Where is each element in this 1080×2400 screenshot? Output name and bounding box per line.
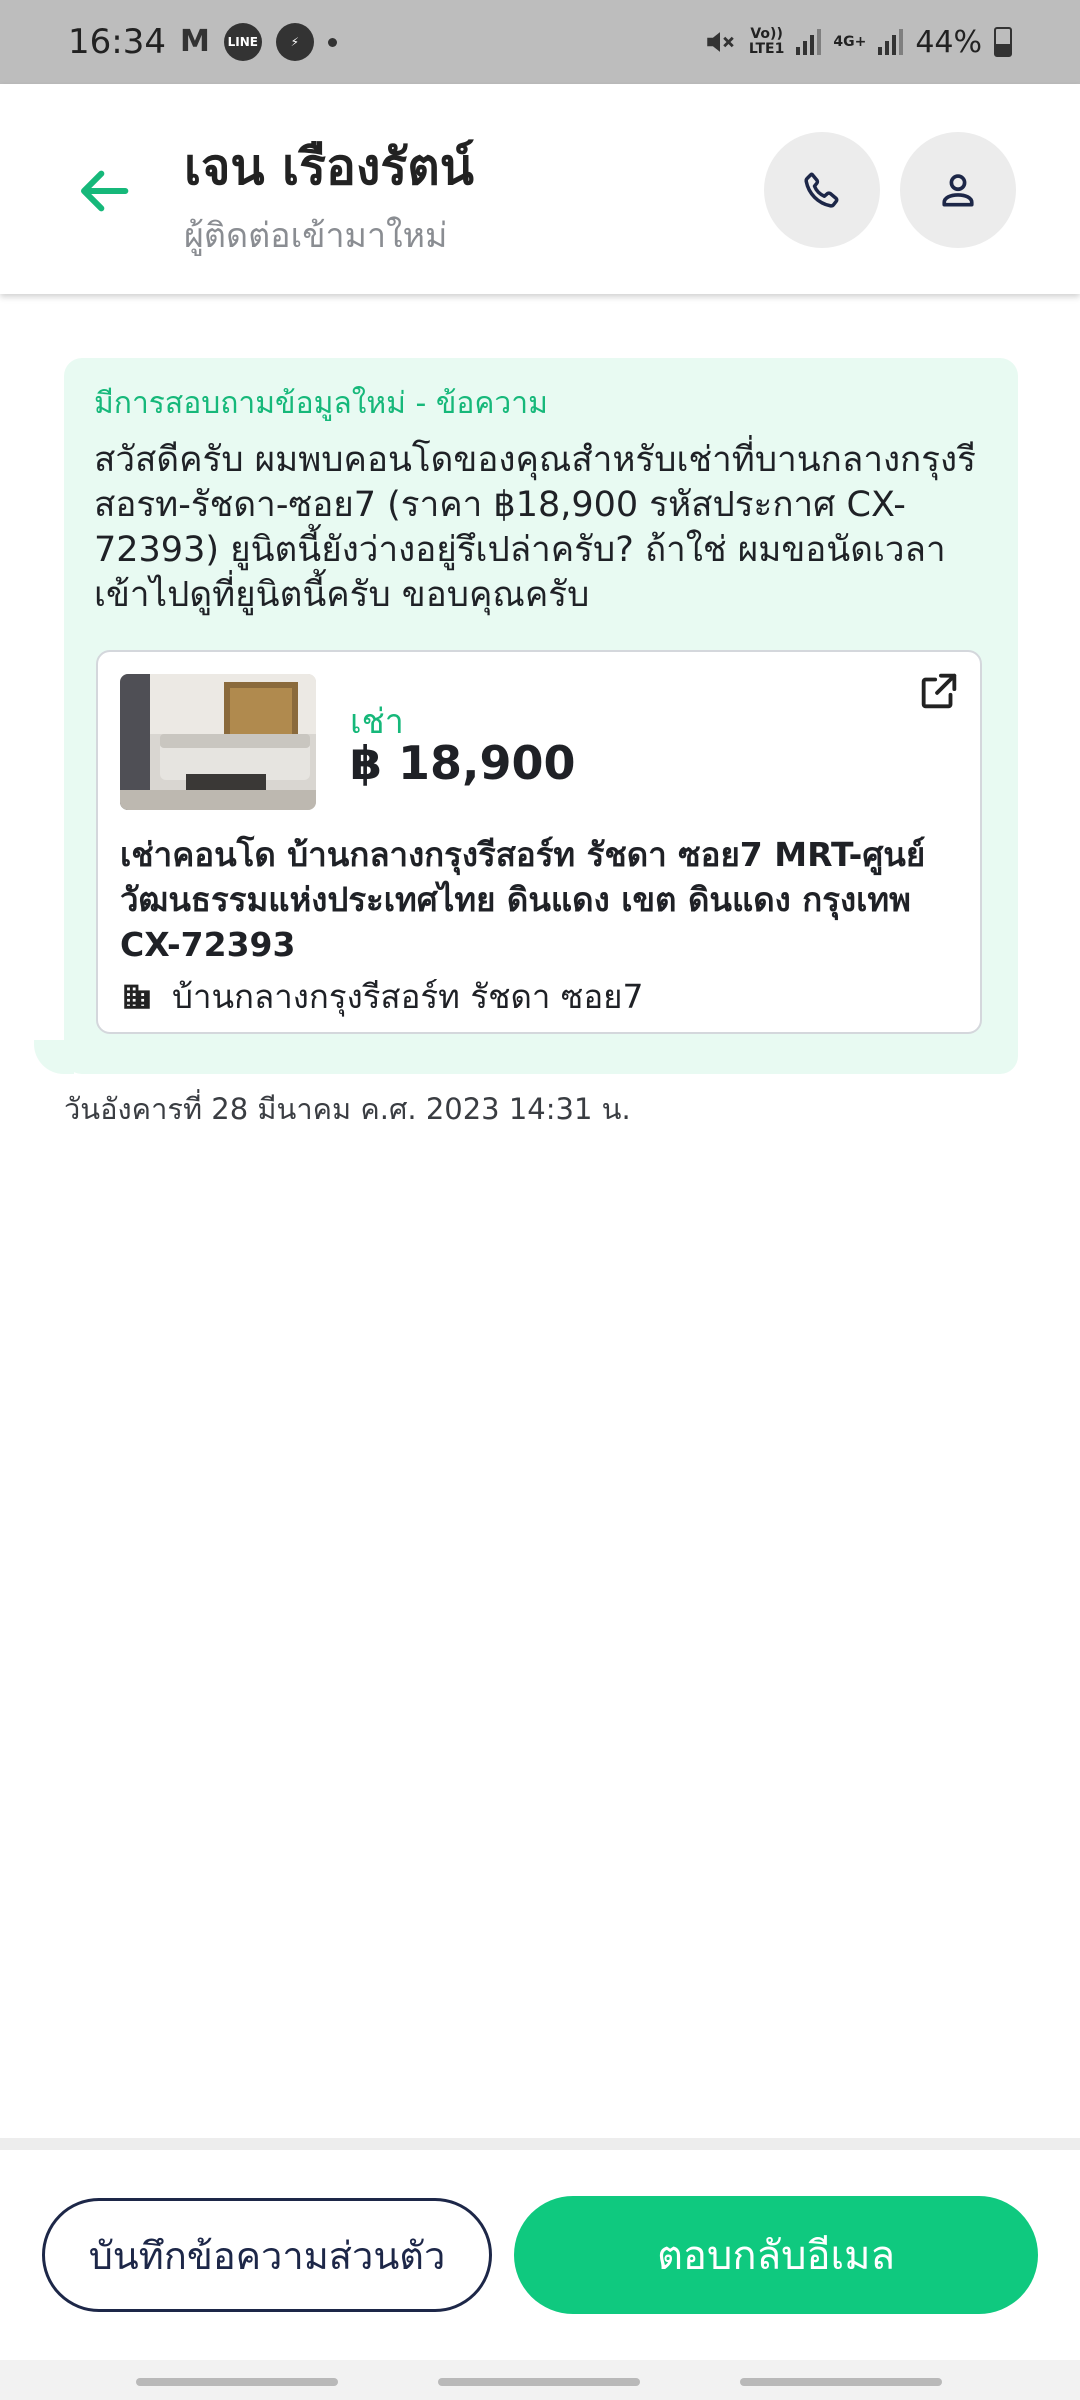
bottom-action-bar: บันทึกข้อความส่วนตัว ตอบกลับอีเมล [0, 2150, 1080, 2360]
line-icon: LINE [223, 23, 262, 61]
more-notifications-icon [327, 37, 337, 47]
listing-building-name: บ้านกลางกรุงรีสอร์ท รัชดา ซอย7 [172, 976, 644, 1016]
phone-icon [804, 172, 839, 208]
listing-price: ฿ 18,900 [350, 736, 576, 790]
status-time: 16:34 [68, 22, 166, 62]
message-timestamp: วันอังคารที่ 28 มีนาคม ค.ศ. 2023 14:31 น… [64, 1092, 631, 1126]
battery-percent: 44% [915, 24, 982, 60]
contact-profile-button[interactable] [900, 132, 1016, 248]
mute-icon [707, 32, 734, 52]
listing-thumbnail [120, 674, 316, 810]
nav-home-button[interactable] [438, 2378, 640, 2386]
messenger-icon: ⚡ [275, 23, 314, 61]
message-heading: มีการสอบถามข้อมูลใหม่ - ข้อความ [94, 386, 548, 421]
message-bubble: มีการสอบถามข้อมูลใหม่ - ข้อความ สวัสดีคร… [64, 358, 1018, 1074]
status-bar: 16:34 M LINE ⚡ Vo)) LTE1 4G+ 44% [0, 0, 1080, 84]
system-nav-bar [0, 2360, 1080, 2400]
signal-icon-2 [878, 29, 904, 55]
gmail-icon: M [179, 24, 210, 59]
person-icon [942, 174, 974, 207]
status-right: Vo)) LTE1 4G+ 44% [703, 0, 1012, 84]
listing-card[interactable]: เช่า ฿ 18,900 เช่าคอนโด บ้านกลางกรุงรีสอ… [96, 650, 982, 1034]
reply-email-button[interactable]: ตอบกลับอีเมล [514, 2196, 1038, 2314]
listing-building-row: บ้านกลางกรุงรีสอร์ท รัชดา ซอย7 [120, 974, 643, 1018]
network-lte-label: Vo)) LTE1 [748, 26, 785, 57]
network-4g-label: 4G+ [833, 33, 867, 50]
contact-status: ผู้ติดต่อเข้ามาใหม่ [184, 216, 448, 256]
listing-title: เช่าคอนโด บ้านกลางกรุงรีสอร์ท รัชดา ซอย7… [120, 835, 926, 964]
header: เจน เรืองรัตน์ ผู้ติดต่อเข้ามาใหม่ [0, 84, 1080, 294]
external-link-icon[interactable] [916, 668, 962, 714]
nav-recents-button[interactable] [136, 2378, 338, 2386]
nav-back-button[interactable] [740, 2378, 942, 2386]
back-arrow-icon[interactable] [72, 159, 136, 223]
message-body: สวัสดีครับ ผมพบคอนโดของคุณสำหรับเช่าที่บ… [94, 440, 976, 615]
signal-icon-1 [796, 29, 822, 55]
battery-icon [994, 27, 1012, 57]
call-button[interactable] [764, 132, 880, 248]
private-note-button[interactable]: บันทึกข้อความส่วนตัว [42, 2198, 492, 2312]
bottom-divider [0, 2138, 1080, 2150]
contact-name: เจน เรืองรัตน์ [184, 138, 474, 196]
status-left: 16:34 M LINE ⚡ [68, 0, 337, 84]
building-icon [124, 984, 150, 1009]
